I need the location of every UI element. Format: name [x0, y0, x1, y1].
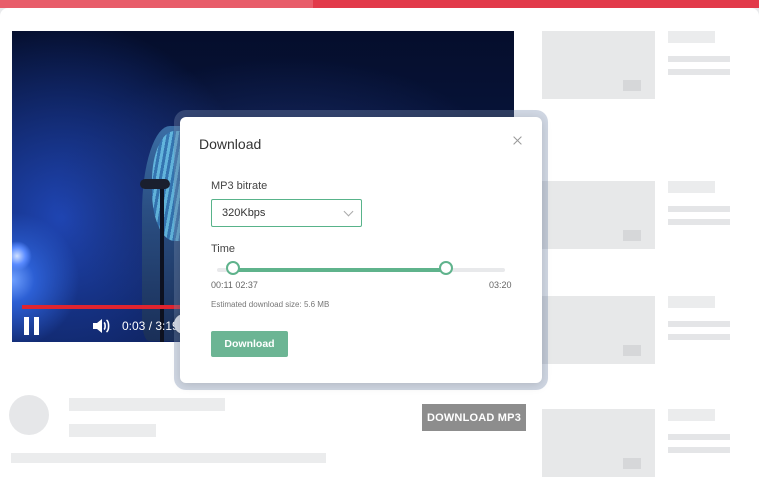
download-button[interactable]: Download [211, 331, 288, 357]
microphone [140, 179, 170, 189]
bitrate-select-value: 320Kbps [222, 207, 266, 219]
download-modal: Download MP3 bitrate 320Kbps Time 00:11 … [180, 117, 542, 383]
bitrate-label: MP3 bitrate [211, 180, 268, 192]
related-line-placeholder [668, 219, 730, 225]
video-title-placeholder [69, 398, 225, 411]
range-start-times: 00:11 02:37 [211, 280, 258, 290]
related-thumbnail[interactable] [542, 181, 655, 249]
range-start-handle[interactable] [226, 261, 240, 275]
related-line-placeholder [668, 56, 730, 62]
related-title-placeholder [668, 31, 715, 43]
pause-icon[interactable] [24, 317, 42, 337]
download-mp3-button[interactable]: DOWNLOAD MP3 [422, 404, 526, 431]
related-title-placeholder [668, 296, 715, 308]
description-placeholder [11, 453, 326, 463]
related-line-placeholder [668, 434, 730, 440]
time-range-slider[interactable] [217, 268, 505, 272]
time-label: Time [211, 243, 236, 255]
volume-icon[interactable] [91, 316, 111, 336]
related-title-placeholder [668, 181, 715, 193]
bitrate-select[interactable]: 320Kbps [211, 199, 362, 227]
video-timecode: 0:03 / 3:19 [122, 319, 179, 333]
top-accent-bar-left [0, 0, 313, 8]
estimated-size: Estimated download size: 5.6 MB [211, 300, 330, 309]
channel-name-placeholder [69, 424, 156, 437]
range-end-time: 03:20 [489, 280, 512, 290]
top-accent-bar-right [313, 0, 759, 8]
related-line-placeholder [668, 334, 730, 340]
close-icon[interactable] [511, 134, 525, 148]
related-line-placeholder [668, 321, 730, 327]
range-end-handle[interactable] [439, 261, 453, 275]
modal-title: Download [199, 136, 262, 152]
related-line-placeholder [668, 447, 730, 453]
related-thumbnail[interactable] [542, 409, 655, 477]
related-thumbnail[interactable] [542, 31, 655, 99]
related-title-placeholder [668, 409, 715, 421]
channel-avatar-placeholder [9, 395, 49, 435]
chevron-down-icon [343, 206, 354, 217]
time-range-fill [233, 268, 446, 272]
related-line-placeholder [668, 206, 730, 212]
related-thumbnail[interactable] [542, 296, 655, 364]
stage-light [12, 241, 32, 271]
related-line-placeholder [668, 69, 730, 75]
mic-stand [160, 181, 164, 342]
video-progress-fill [22, 305, 184, 309]
